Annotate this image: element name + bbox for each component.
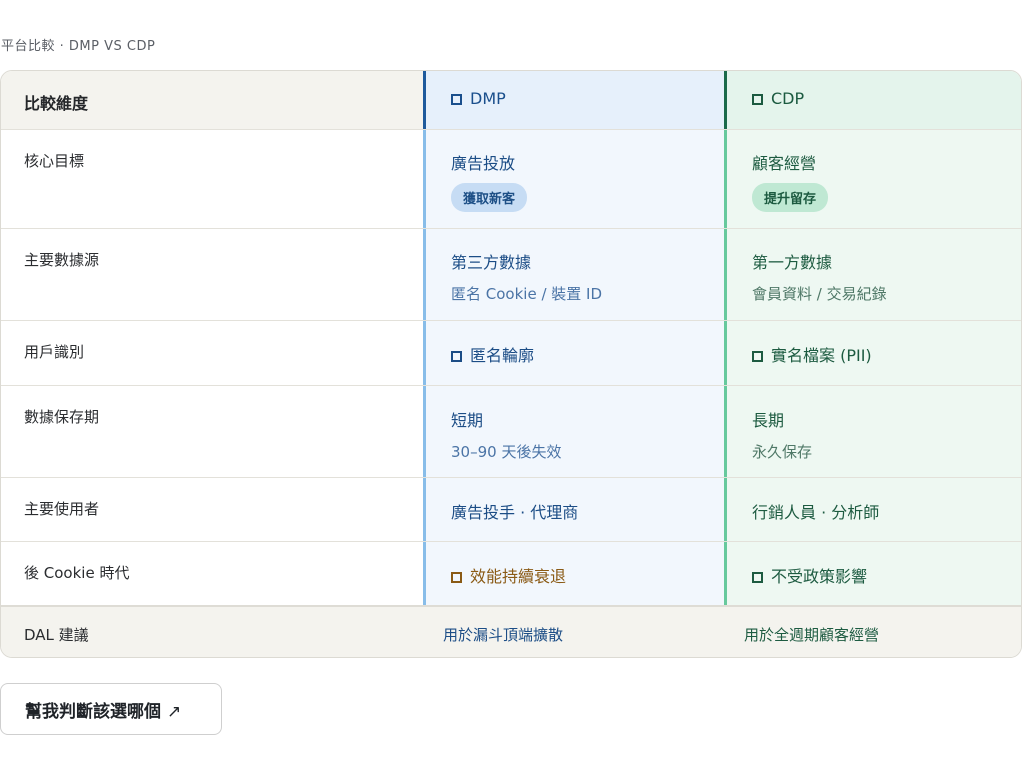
- dmp-subvalue: 30–90 天後失效: [451, 443, 562, 461]
- section-eyebrow: 平台比較 · DMP VS CDP: [1, 39, 156, 54]
- dmp-value: 廣告投手 · 代理商: [451, 503, 579, 522]
- dmp-cell: 廣告投放 獲取新客: [423, 130, 724, 228]
- table-row: 用戶識別 匿名輪廓 實名檔案 (PII): [1, 321, 1021, 386]
- header-dimension: 比較維度: [24, 94, 89, 113]
- footer-cdp: 用於全週期顧客經營: [744, 626, 880, 644]
- square-icon: [752, 351, 763, 362]
- row-label: 主要數據源: [24, 251, 100, 269]
- dmp-cell: 短期 30–90 天後失效: [423, 386, 724, 477]
- dmp-cell: 第三方數據 匿名 Cookie / 裝置 ID: [423, 229, 724, 320]
- cdp-cell: 行銷人員 · 分析師: [724, 478, 1021, 541]
- table-row: 後 Cookie 時代 效能持續衰退 不受政策影響: [1, 542, 1021, 605]
- footer-label: DAL 建議: [24, 626, 89, 644]
- warning-square-icon: [451, 572, 462, 583]
- cdp-cell: 長期 永久保存: [724, 386, 1021, 477]
- table-row: 數據保存期 短期 30–90 天後失效 長期 永久保存: [1, 386, 1021, 478]
- footer-dmp: 用於漏斗頂端擴散: [443, 626, 564, 644]
- cdp-value: 實名檔案 (PII): [771, 346, 872, 365]
- table-footer-row: DAL 建議 用於漏斗頂端擴散 用於全週期顧客經營: [1, 605, 1021, 657]
- row-label: 主要使用者: [24, 500, 100, 518]
- help-me-decide-button[interactable]: 幫我判斷該選哪個 ↗: [0, 683, 222, 735]
- cdp-cell: 顧客經營 提升留存: [724, 130, 1021, 228]
- table-header-row: 比較維度 DMP CDP: [1, 71, 1021, 130]
- dmp-value: 廣告投放: [451, 154, 516, 173]
- header-dmp: DMP: [423, 71, 724, 129]
- cdp-value: 顧客經營: [752, 154, 817, 173]
- square-icon: [752, 572, 763, 583]
- dmp-value: 短期: [451, 411, 484, 430]
- cdp-cell: 實名檔案 (PII): [724, 321, 1021, 385]
- table-row: 主要數據源 第三方數據 匿名 Cookie / 裝置 ID 第一方數據 會員資料…: [1, 229, 1021, 321]
- cdp-subvalue: 永久保存: [752, 443, 813, 461]
- dmp-value: 第三方數據: [451, 253, 532, 272]
- cdp-value: 長期: [752, 411, 785, 430]
- comparison-table: 比較維度 DMP CDP 核心目標 廣告投放 獲取新客 顧客經營 提升留存 主要…: [0, 70, 1022, 658]
- row-label: 數據保存期: [24, 408, 100, 426]
- dmp-cell: 廣告投手 · 代理商: [423, 478, 724, 541]
- cdp-value: 第一方數據: [752, 253, 833, 272]
- cdp-cell: 第一方數據 會員資料 / 交易紀錄: [724, 229, 1021, 320]
- cta-label: 幫我判斷該選哪個: [25, 701, 161, 722]
- dmp-cell: 效能持續衰退: [423, 542, 724, 605]
- table-row: 主要使用者 廣告投手 · 代理商 行銷人員 · 分析師: [1, 478, 1021, 542]
- dmp-subvalue: 匿名 Cookie / 裝置 ID: [451, 285, 603, 303]
- row-label: 後 Cookie 時代: [24, 564, 130, 582]
- cdp-badge: 提升留存: [752, 183, 829, 212]
- header-cdp-label: CDP: [771, 89, 805, 108]
- square-icon: [451, 94, 462, 105]
- square-icon: [752, 94, 763, 105]
- table-row: 核心目標 廣告投放 獲取新客 顧客經營 提升留存: [1, 130, 1021, 229]
- cdp-value: 不受政策影響: [771, 567, 868, 586]
- dmp-value: 匿名輪廓: [470, 346, 535, 365]
- row-label: 核心目標: [24, 152, 85, 170]
- row-label: 用戶識別: [24, 343, 85, 361]
- cdp-subvalue: 會員資料 / 交易紀錄: [752, 285, 887, 303]
- cdp-cell: 不受政策影響: [724, 542, 1021, 605]
- header-dmp-label: DMP: [470, 89, 506, 108]
- cdp-value: 行銷人員 · 分析師: [752, 503, 880, 522]
- arrow-up-right-icon: ↗: [167, 701, 182, 722]
- dmp-badge: 獲取新客: [451, 183, 528, 212]
- square-icon: [451, 351, 462, 362]
- dmp-cell: 匿名輪廓: [423, 321, 724, 385]
- header-cdp: CDP: [724, 71, 1021, 129]
- dmp-value: 效能持續衰退: [470, 567, 567, 586]
